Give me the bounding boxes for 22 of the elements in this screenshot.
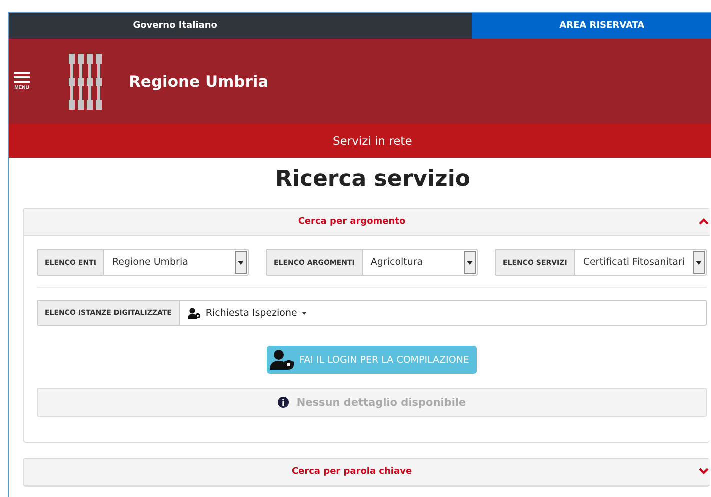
accordion-header[interactable]: Cerca per argomento — [24, 209, 710, 236]
caret-down-icon — [302, 312, 308, 314]
chevron-down-icon — [699, 468, 709, 475]
dropdown-button[interactable] — [235, 251, 247, 274]
caret-down-icon — [696, 260, 702, 264]
reserved-area-button[interactable]: AREA RISERVATA — [472, 13, 711, 39]
menu-icon — [14, 72, 30, 83]
dropdown-button[interactable] — [464, 251, 476, 274]
caret-down-icon — [467, 260, 473, 264]
info-icon — [278, 397, 289, 408]
site-title[interactable]: Regione Umbria — [129, 72, 269, 90]
top-bar-link[interactable]: Governo Italiano — [9, 13, 472, 39]
caret-down-icon — [238, 260, 244, 264]
info-message: Nessun dettaglio disponibile — [296, 396, 466, 408]
instance-dropdown[interactable]: Richiesta Ispezione — [180, 301, 308, 325]
columns-logo — [68, 54, 104, 110]
nav-link[interactable]: Servizi in rete — [333, 134, 412, 148]
user-shield-icon — [270, 350, 294, 370]
dropdown-button[interactable] — [693, 251, 705, 274]
page-title: Ricerca servizio — [274, 167, 472, 192]
accordion-header[interactable]: Cerca per parola chiave — [24, 459, 710, 486]
chevron-up-icon — [699, 218, 709, 225]
